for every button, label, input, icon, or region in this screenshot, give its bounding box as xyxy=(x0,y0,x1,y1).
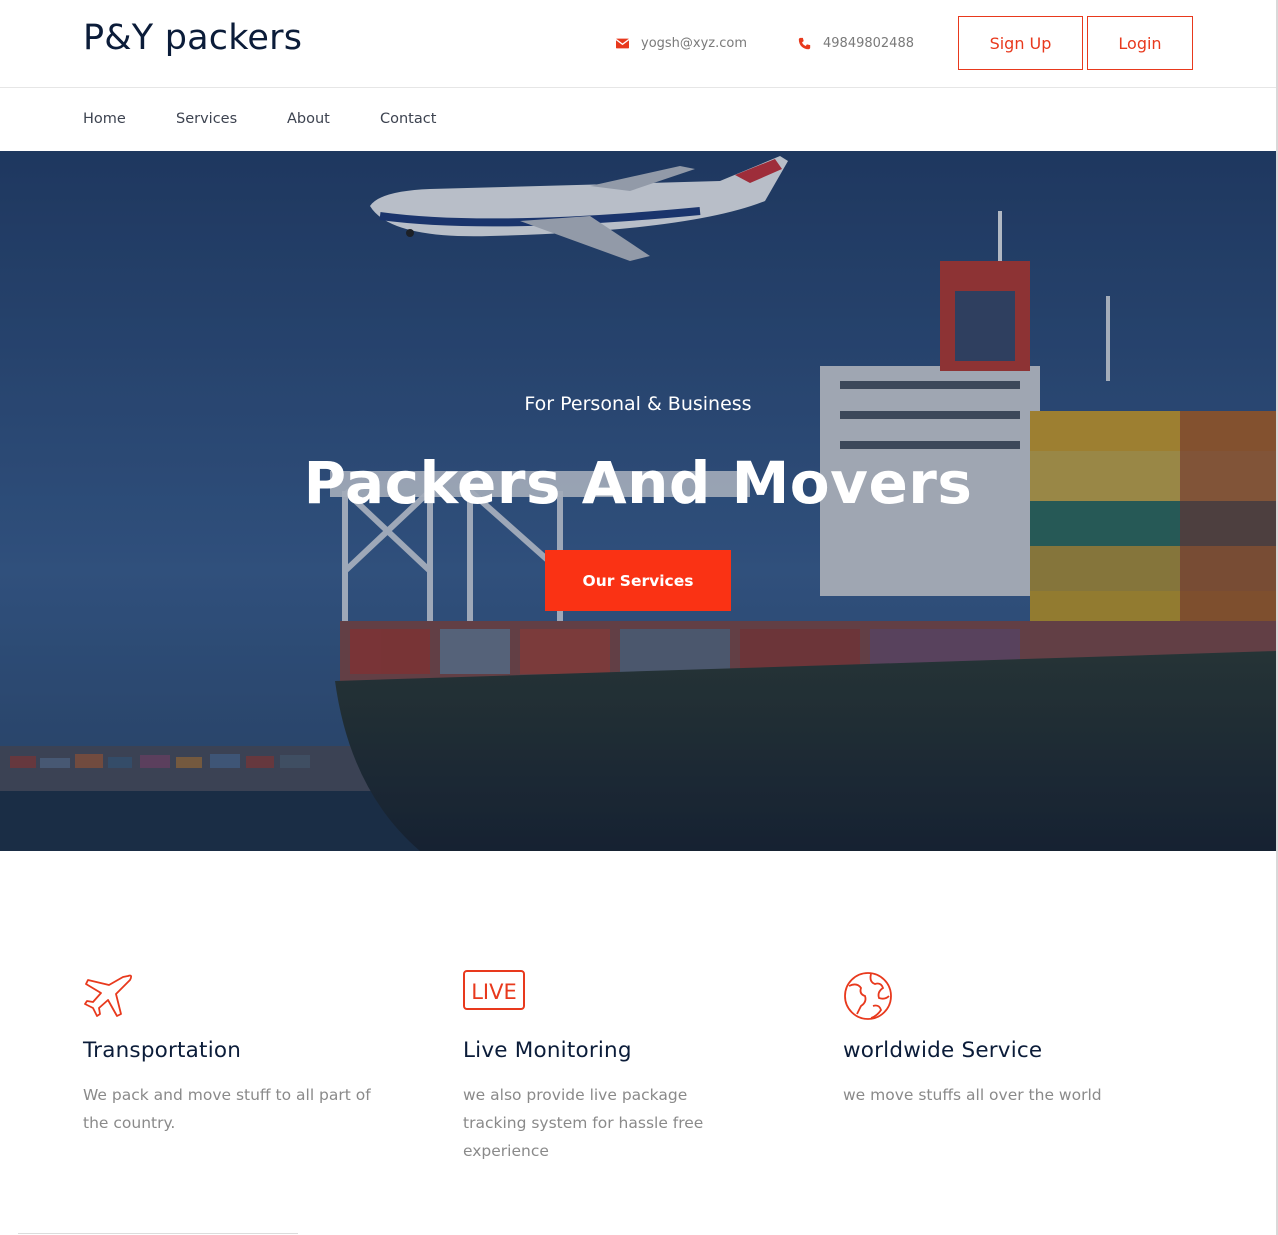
hero-subtitle: For Personal & Business xyxy=(524,393,752,415)
sign-up-button[interactable]: Sign Up xyxy=(958,16,1083,70)
nav-contact[interactable]: Contact xyxy=(380,111,436,127)
feature-transportation: Transportation We pack and move stuff to… xyxy=(83,970,383,1137)
airplane-icon xyxy=(84,974,133,1017)
feature-live-monitoring: LIVE Live Monitoring we also provide liv… xyxy=(463,970,763,1165)
main-navigation: Home Services About Contact xyxy=(0,88,1278,151)
nav-services[interactable]: Services xyxy=(176,111,237,127)
live-icon: LIVE xyxy=(463,970,525,1010)
top-header: P&Y packers yogsh@xyz.com 49849802488 Si… xyxy=(0,0,1278,88)
phone-contact[interactable]: 49849802488 xyxy=(798,36,914,51)
feature-description: we move stuffs all over the world xyxy=(843,1086,1102,1104)
feature-worldwide-service: worldwide Service we move stuffs all ove… xyxy=(843,970,1143,1109)
feature-description: we also provide live package tracking sy… xyxy=(463,1086,704,1160)
hero-banner: For Personal & Business Packers And Move… xyxy=(0,151,1276,851)
our-services-button[interactable]: Our Services xyxy=(545,550,731,611)
feature-title: Transportation xyxy=(83,1038,242,1063)
email-contact[interactable]: yogsh@xyz.com xyxy=(616,36,747,51)
feature-title: Live Monitoring xyxy=(463,1038,632,1063)
live-icon-text: LIVE xyxy=(471,980,517,1004)
nav-about[interactable]: About xyxy=(287,111,330,127)
feature-description: We pack and move stuff to all part of th… xyxy=(83,1086,371,1132)
footer-divider xyxy=(18,1233,298,1234)
phone-icon xyxy=(798,37,811,50)
feature-title: worldwide Service xyxy=(843,1038,1043,1063)
login-button[interactable]: Login xyxy=(1087,16,1193,70)
globe-icon xyxy=(844,972,892,1020)
email-text: yogsh@xyz.com xyxy=(641,36,748,51)
nav-home[interactable]: Home xyxy=(83,111,126,127)
hero-title: Packers And Movers xyxy=(303,449,973,517)
site-logo[interactable]: P&Y packers xyxy=(83,18,302,58)
envelope-icon xyxy=(616,38,629,49)
phone-text: 49849802488 xyxy=(823,36,914,51)
